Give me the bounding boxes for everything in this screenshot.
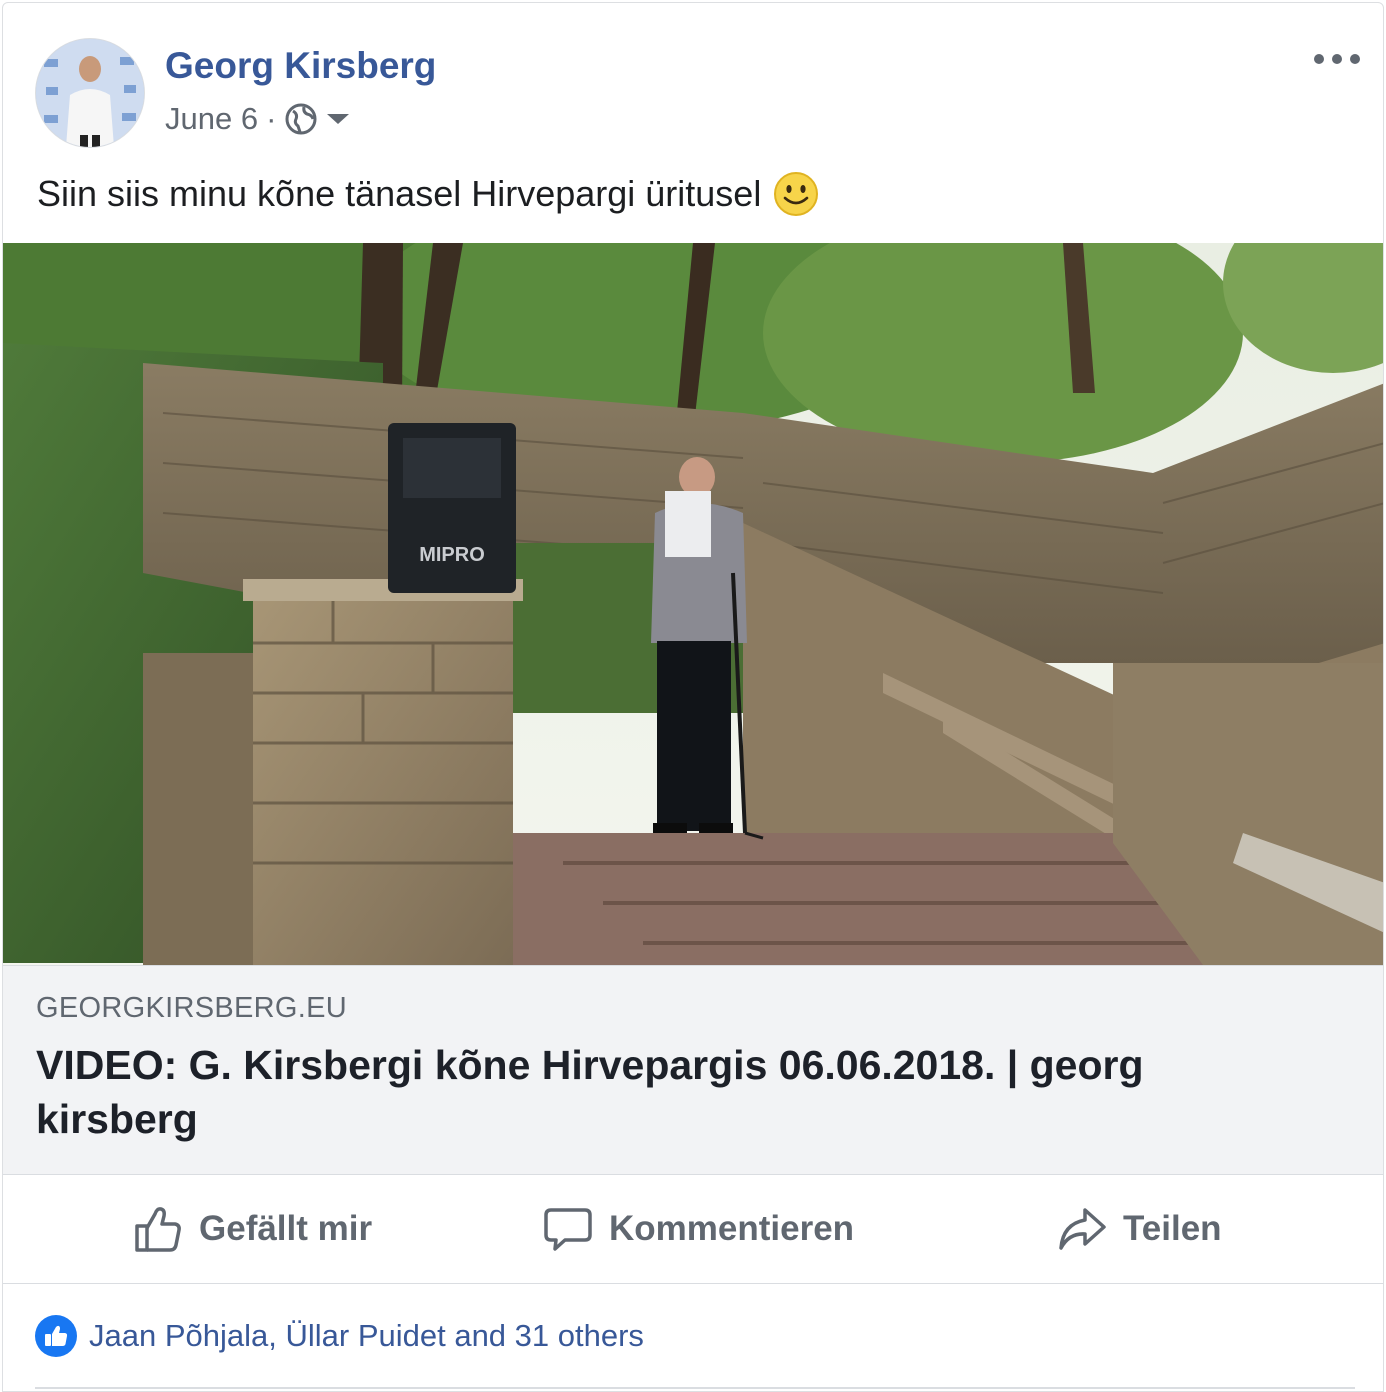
link-preview[interactable]: GEORGKIRSBERG.EU VIDEO: G. Kirsbergi kõn…: [3, 965, 1383, 1175]
video-still-image: MIPRO: [3, 243, 1383, 965]
caption-text: Siin siis minu kõne tänasel Hirvepargi ü…: [37, 173, 762, 214]
post-header: Georg Kirsberg June 6 · Siin siis minu k…: [3, 3, 1383, 243]
post-caption: Siin siis minu kõne tänasel Hirvepargi ü…: [37, 171, 819, 217]
speaker-brand-label: MIPRO: [419, 544, 485, 566]
chevron-down-icon[interactable]: [326, 112, 350, 126]
globe-icon[interactable]: [284, 102, 318, 136]
smiling-face-icon: [773, 171, 819, 217]
thumbs-up-icon: [133, 1204, 199, 1254]
avatar[interactable]: [35, 38, 145, 148]
reactions-summary[interactable]: Jaan Põhjala, Üllar Puidet and 31 others: [35, 1315, 644, 1357]
divider: [35, 1387, 1355, 1389]
avatar-image: [36, 39, 144, 147]
like-reaction-icon: [35, 1315, 77, 1357]
share-icon: [1057, 1204, 1123, 1254]
comment-button[interactable]: Kommentieren: [543, 1175, 854, 1283]
link-title[interactable]: VIDEO: G. Kirsbergi kõne Hirvepargis 06.…: [36, 1038, 1236, 1146]
more-options-icon[interactable]: [1311, 39, 1363, 79]
post-meta: June 6 ·: [165, 99, 350, 139]
meta-separator: ·: [266, 101, 277, 136]
comment-icon: [543, 1204, 609, 1254]
author-name[interactable]: Georg Kirsberg: [165, 45, 436, 87]
action-bar: Gefällt mir Kommentieren Teilen: [3, 1175, 1383, 1284]
like-button[interactable]: Gefällt mir: [133, 1175, 372, 1283]
like-label: Gefällt mir: [199, 1209, 373, 1248]
post-date[interactable]: June 6: [165, 101, 258, 137]
video-thumbnail[interactable]: MIPRO: [3, 243, 1383, 965]
link-domain: GEORGKIRSBERG.EU: [36, 992, 347, 1024]
post-card: Georg Kirsberg June 6 · Siin siis minu k…: [2, 2, 1384, 1392]
share-button[interactable]: Teilen: [1057, 1175, 1222, 1283]
reaction-names[interactable]: Jaan Põhjala, Üllar Puidet and 31 others: [89, 1318, 644, 1354]
comment-label: Kommentieren: [609, 1209, 855, 1248]
share-label: Teilen: [1123, 1209, 1222, 1248]
